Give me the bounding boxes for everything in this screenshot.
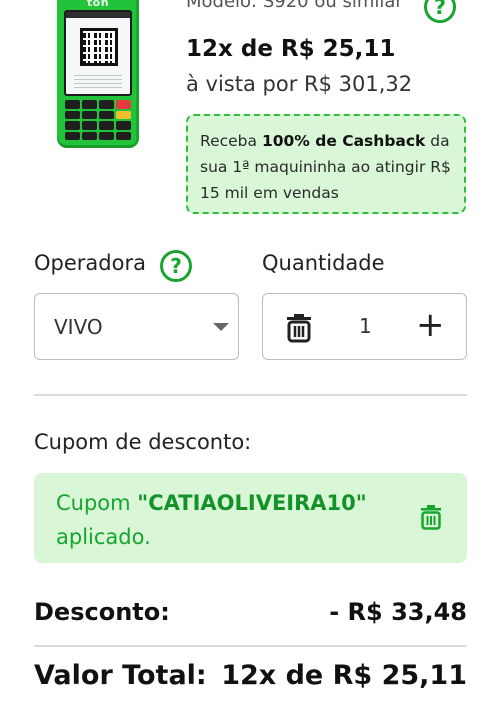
- quantity-stepper: 1 +: [262, 293, 467, 360]
- cashback-banner: Receba 100% de Cashback da sua 1ª maquin…: [186, 114, 466, 214]
- coupon-title: Cupom de desconto:: [34, 430, 252, 454]
- cash-price: à vista por R$ 301,32: [186, 72, 413, 96]
- qr-code-graphic: [80, 28, 118, 66]
- cashback-highlight: 100% de Cashback: [261, 132, 426, 150]
- plus-icon[interactable]: +: [416, 305, 445, 345]
- quantity-label: Quantidade: [262, 251, 385, 275]
- installment-price: 12x de R$ 25,11: [186, 36, 396, 62]
- discount-value: - R$ 33,48: [329, 598, 467, 626]
- dropdown-caret-icon: [213, 323, 229, 331]
- coupon-status: aplicado.: [56, 525, 151, 549]
- summary-divider: [34, 645, 467, 647]
- device-brand-logo: ton: [86, 0, 110, 9]
- quantity-value: 1: [359, 314, 372, 338]
- coupon-code: "CATIAOLIVEIRA10": [137, 491, 367, 515]
- remove-coupon-trash-icon[interactable]: [419, 503, 443, 541]
- help-icon[interactable]: ?: [424, 0, 456, 23]
- operator-label: Operadora: [34, 251, 146, 275]
- device-keypad: [65, 100, 131, 140]
- cashback-prefix: Receba: [200, 132, 262, 150]
- coupon-applied-banner: Cupom "CATIAOLIVEIRA10" aplicado.: [34, 473, 467, 563]
- discount-label: Desconto:: [34, 598, 170, 626]
- device-screen: [64, 10, 132, 96]
- operator-selected-value: VIVO: [54, 314, 103, 339]
- trash-icon[interactable]: [285, 311, 313, 347]
- device-model: Modelo: S920 ou similar: [186, 0, 403, 12]
- total-label: Valor Total:: [34, 660, 207, 691]
- card-machine-image: ton: [57, 0, 139, 148]
- operator-select[interactable]: VIVO: [34, 293, 239, 360]
- operator-help-icon[interactable]: ?: [160, 250, 192, 282]
- coupon-prefix: Cupom: [56, 491, 138, 515]
- total-value: 12x de R$ 25,11: [221, 660, 467, 691]
- section-divider: [34, 394, 467, 396]
